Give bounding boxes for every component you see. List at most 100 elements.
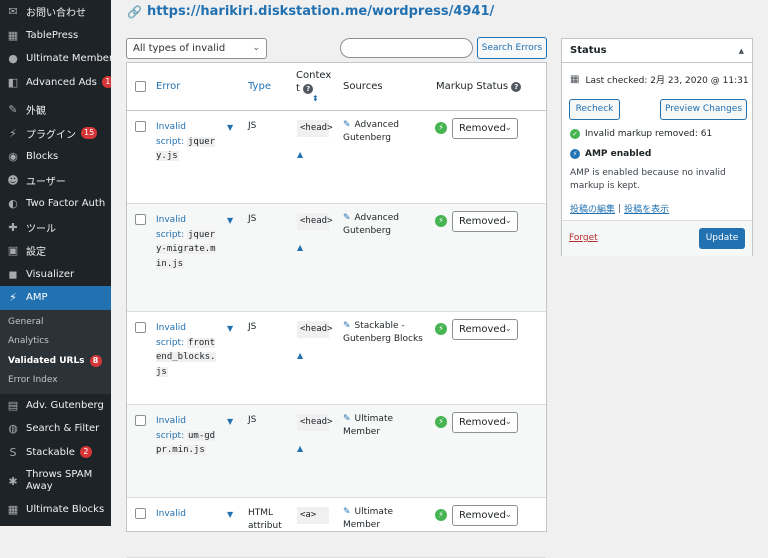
sidebar-item-amp[interactable]: ⚡ AMP [0, 286, 111, 310]
recheck-button[interactable]: Recheck [569, 99, 620, 120]
context-cell: <head> [297, 213, 333, 230]
collapse-icon[interactable]: ▲ [739, 39, 744, 63]
sidebar-item-label: Visualizer [26, 268, 75, 280]
context-up-arrow-icon[interactable]: ▲ [297, 351, 303, 360]
sidebar-item-search-filter[interactable]: ◍ Search & Filter [0, 417, 111, 441]
table-icon: ▦ [7, 28, 19, 42]
markup-status-select[interactable]: Removed ⌄ [452, 319, 518, 340]
markup-status-select[interactable]: Removed ⌄ [452, 118, 518, 139]
validated-url-link[interactable]: 🔗 https://harikiri.diskstation.me/wordpr… [127, 4, 494, 19]
search-errors-button[interactable]: Search Errors [477, 37, 547, 59]
status-footer: Forget Update [562, 220, 752, 256]
column-error-header[interactable]: Error [156, 81, 180, 92]
check-icon: ✓ [570, 129, 580, 139]
markup-status-select[interactable]: Removed ⌄ [452, 412, 518, 433]
sidebar-item-brush[interactable]: ✎ 外観 [0, 98, 111, 122]
expand-caret-icon[interactable]: ▼ [227, 417, 233, 426]
plugin-icon: ✎ [343, 213, 351, 223]
sidebar-item-table[interactable]: ▦ TablePress [0, 24, 111, 48]
expand-caret-icon[interactable]: ▼ [227, 510, 233, 519]
plugin-icon: ⚡ [9, 126, 17, 140]
sidebar-item-label: Adv. Gutenberg [26, 399, 104, 411]
plugin-icon: ✎ [343, 321, 351, 331]
amp-icon: ⚡ [9, 291, 17, 305]
column-markup-status-header: Markup Status ? [436, 81, 522, 92]
context-up-arrow-icon[interactable]: ▲ [297, 150, 303, 159]
edit-post-link[interactable]: 投稿の編集 [570, 202, 615, 215]
type-cell: HTML attribut [248, 508, 282, 531]
calendar-icon: ▦ [570, 74, 580, 85]
status-bolt-icon: ⚡ [435, 122, 447, 134]
expand-caret-icon[interactable]: ▼ [227, 216, 233, 225]
markup-status-select[interactable]: Removed ⌄ [452, 211, 518, 232]
context-up-arrow-icon[interactable]: ▲ [297, 444, 303, 453]
error-cell[interactable]: Invalid [156, 507, 216, 522]
status-header[interactable]: Status ▲ [562, 39, 752, 63]
row-checkbox[interactable] [135, 508, 146, 519]
submenu-item-general[interactable]: General [0, 313, 111, 333]
source-cell: ✎ Ultimate Member [343, 506, 425, 532]
update-count-badge: 2 [79, 446, 92, 459]
source-name: Stackable - Gutenberg Blocks [343, 321, 423, 344]
column-context-header[interactable]: Context ? ⬍ [296, 69, 332, 103]
submenu-item-analytics[interactable]: Analytics [0, 332, 111, 352]
update-count-badge: 15 [81, 127, 98, 140]
search-input[interactable] [340, 38, 473, 58]
help-icon[interactable]: ? [303, 84, 314, 94]
gutenberg-icon: ▤ [7, 398, 19, 412]
user-icon: ● [8, 52, 18, 66]
expand-caret-icon[interactable]: ▼ [227, 123, 233, 132]
validated-count-badge: 8 [89, 354, 102, 367]
source-name: Advanced Gutenberg [343, 120, 400, 143]
column-type-header[interactable]: Type [248, 81, 271, 92]
stackable-icon: S [9, 445, 17, 459]
row-checkbox[interactable] [135, 415, 146, 426]
submenu-item-label: Error Index [8, 375, 58, 385]
update-button[interactable]: Update [699, 228, 745, 249]
view-post-link[interactable]: 投稿を表示 [624, 202, 669, 215]
help-icon[interactable]: ? [511, 82, 522, 92]
error-cell[interactable]: Invalid script: jquery-migrate.min.js [156, 213, 216, 271]
sidebar-item-plugin[interactable]: ⚡ プラグイン 15 [0, 122, 111, 146]
preview-changes-button[interactable]: Preview Changes [660, 99, 747, 120]
error-cell[interactable]: Invalid script: um-gdpr.min.js [156, 414, 216, 458]
amp-description: AMP is enabled because no invalid markup… [570, 168, 726, 191]
expand-caret-icon[interactable]: ▼ [227, 324, 233, 333]
error-cell[interactable]: Invalid script: jquery.js [156, 120, 216, 164]
sidebar-item-label: ツール [26, 223, 56, 235]
table-row: Invalid script: jquery-migrate.min.js ▼ JS… [127, 204, 546, 312]
sidebar-item-stackable[interactable]: S Stackable 2 [0, 441, 111, 465]
type-cell: JS [248, 415, 257, 425]
sidebar-item-visualizer[interactable]: ◼ Visualizer [0, 263, 111, 287]
forget-link[interactable]: Forget [569, 233, 598, 243]
error-type-filter[interactable]: All types of invalid markup ⌄ [126, 38, 267, 73]
sidebar-item-user[interactable]: ● Ultimate Member [0, 47, 111, 71]
sidebar-item-ads[interactable]: ◧ Advanced Ads 1 [0, 71, 111, 95]
submenu-item-validated-urls[interactable]: Validated URLs 8 [0, 352, 111, 372]
status-title: Status [570, 45, 607, 56]
sort-icon[interactable]: ⬍ [312, 95, 332, 103]
sidebar-item-label: プラグイン [26, 129, 76, 141]
row-checkbox[interactable] [135, 322, 146, 333]
sidebar-item-mail[interactable]: ✉ お問い合わせ [0, 0, 111, 24]
markup-status-select[interactable]: Removed ⌄ [452, 505, 518, 526]
context-up-arrow-icon[interactable]: ▲ [297, 243, 303, 252]
status-metabox: Status ▲ ▦ Last checked: 2月 23, 2020 @ 1… [561, 38, 753, 256]
update-count-badge: 1 [101, 76, 111, 89]
submenu-item-error-index[interactable]: Error Index [0, 371, 111, 391]
sidebar-item-gear[interactable]: ✱ Throws SPAM Away [0, 464, 111, 498]
plugin-icon: ✎ [343, 120, 351, 130]
select-all-checkbox[interactable] [135, 81, 146, 92]
context-header-label: Context [296, 70, 332, 94]
sidebar-item-gutenberg[interactable]: ▤ Adv. Gutenberg [0, 394, 111, 418]
row-checkbox[interactable] [135, 214, 146, 225]
sidebar-item-shield[interactable]: ◐ Two Factor Auth [0, 192, 111, 216]
sidebar-item-ultimate-blocks[interactable]: ▦ Ultimate Blocks [0, 498, 111, 522]
row-checkbox[interactable] [135, 121, 146, 132]
sidebar-item-tools[interactable]: ✚ ツール [0, 216, 111, 240]
sidebar-item-users[interactable]: ☻ ユーザー [0, 169, 111, 193]
sidebar-item-settings[interactable]: ▣ 設定 [0, 239, 111, 263]
sidebar-item-blocks[interactable]: ◉ Blocks [0, 145, 111, 169]
markup-status-value: Removed [459, 216, 506, 227]
error-cell[interactable]: Invalid script: frontend_blocks.js [156, 321, 216, 379]
